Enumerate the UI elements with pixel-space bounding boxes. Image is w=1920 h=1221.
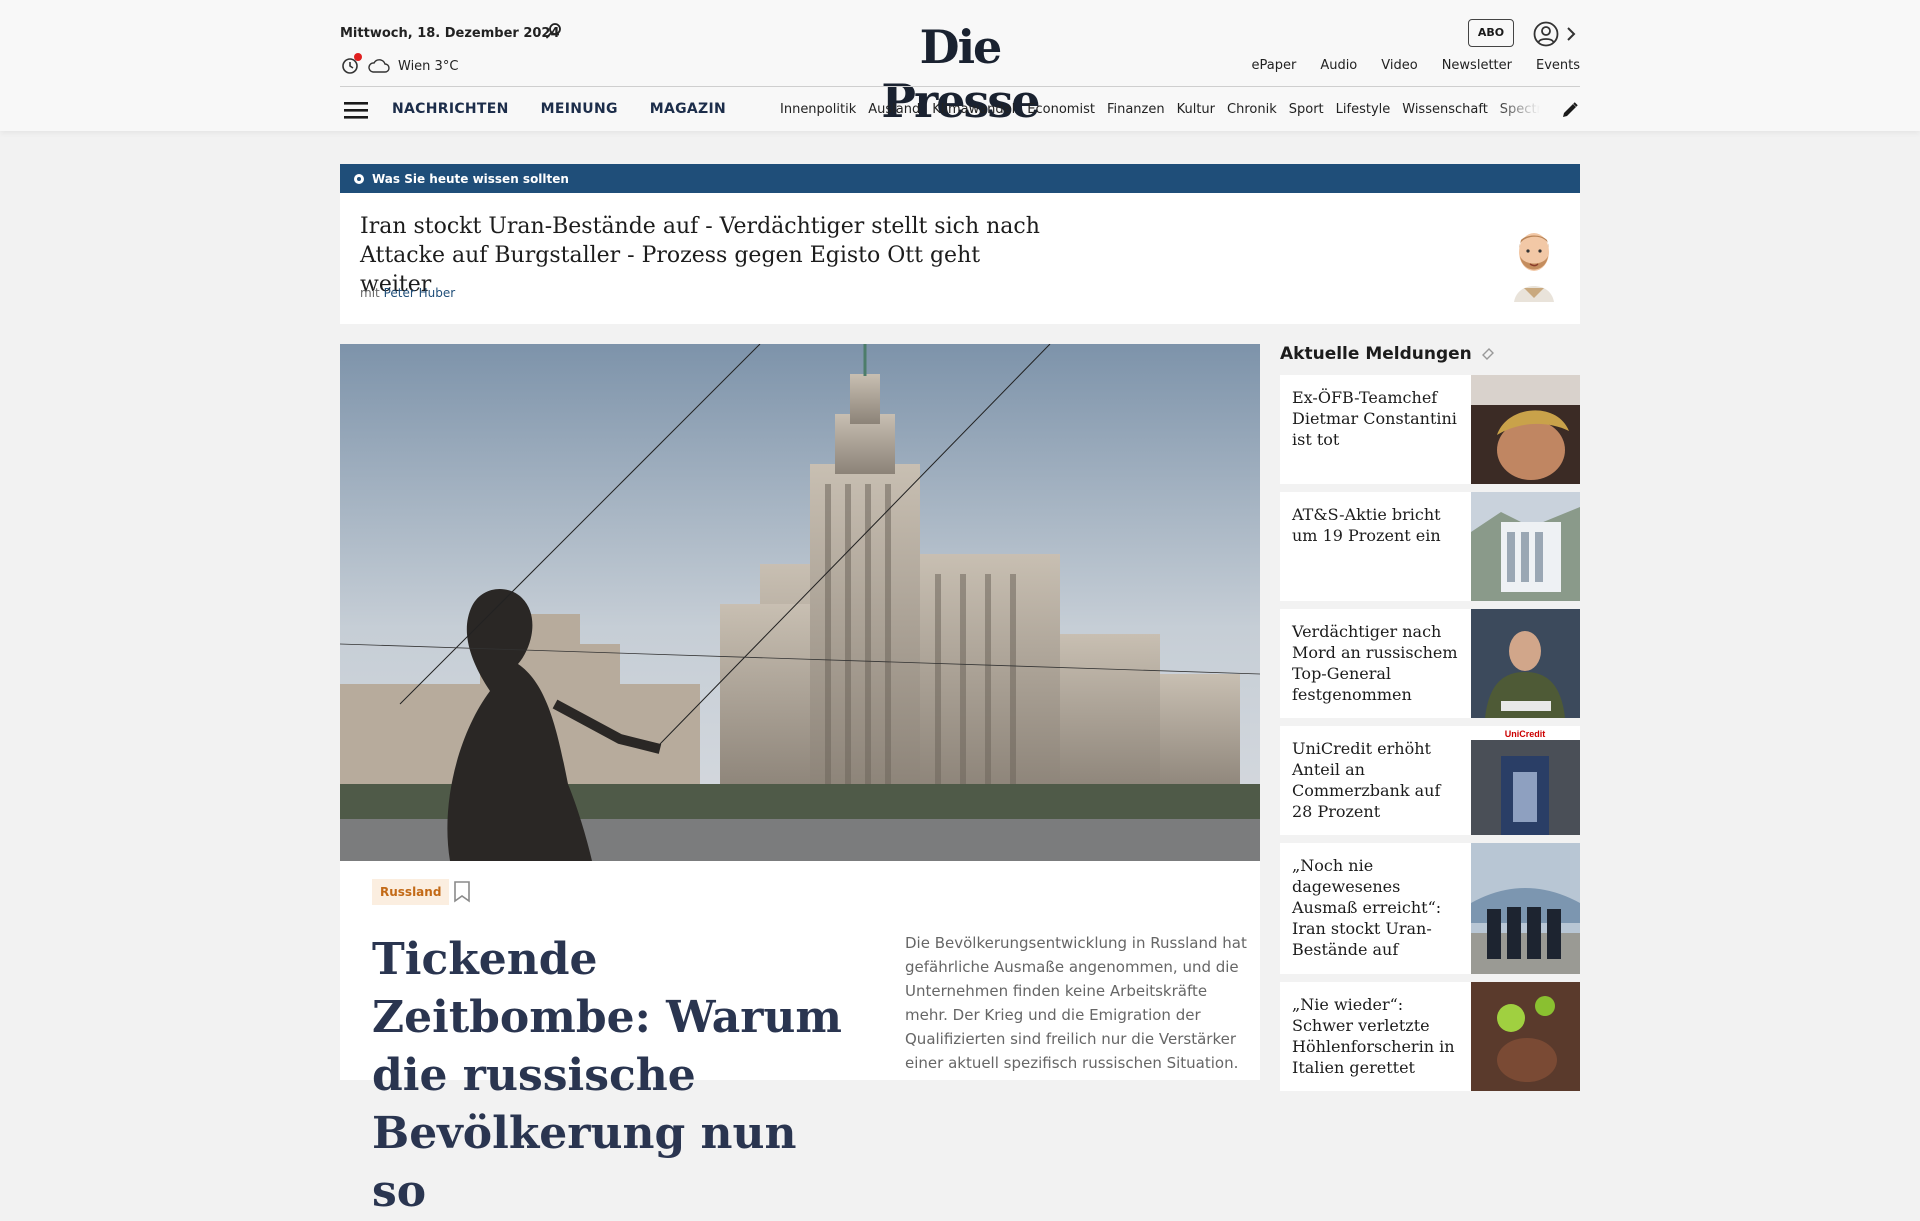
abo-button[interactable]: ABO <box>1468 19 1514 47</box>
link-events[interactable]: Events <box>1536 58 1580 73</box>
list-item[interactable]: Verdächtiger nach Mord an russischem Top… <box>1280 609 1580 718</box>
lead-article[interactable]: Russland Tickende Zeitbombe: Warum die r… <box>340 861 1260 1217</box>
news-thumbnail[interactable] <box>1471 982 1580 1091</box>
news-title[interactable]: Ex-ÖFB-Teamchef Dietmar Constantini ist … <box>1280 375 1471 484</box>
nav-sport[interactable]: Sport <box>1289 102 1324 117</box>
current-date: Mittwoch, 18. Dezember 2024 <box>340 26 560 41</box>
article-headline[interactable]: Tickende Zeitbombe: Warum die russische … <box>372 931 852 1221</box>
list-item[interactable]: AT&S-Aktie bricht um 19 Prozent ein <box>1280 492 1580 601</box>
news-title[interactable]: „Noch nie dagewesenes Ausmaß erreicht“: … <box>1280 843 1471 974</box>
news-title[interactable]: „Nie wieder“: Schwer verletzte Höhlenfor… <box>1280 982 1471 1091</box>
ticker-label: Aktuelle Meldungen <box>1280 344 1472 364</box>
news-thumbnail[interactable] <box>1471 375 1580 484</box>
top-links: ePaper Audio Video Newsletter Events <box>1251 58 1580 73</box>
news-title[interactable]: Verdächtiger nach Mord an russischem Top… <box>1280 609 1471 718</box>
briefing-headline[interactable]: Iran stockt Uran-Bestände auf - Verdächt… <box>360 212 1040 299</box>
list-item[interactable]: „Noch nie dagewesenes Ausmaß erreicht“: … <box>1280 843 1580 974</box>
list-item[interactable]: „Nie wieder“: Schwer verletzte Höhlenfor… <box>1280 982 1580 1091</box>
nav-wissenschaft[interactable]: Wissenschaft <box>1402 102 1488 117</box>
nav-nachrichten[interactable]: NACHRICHTEN <box>392 101 509 117</box>
live-dot-icon <box>354 173 364 184</box>
menu-icon[interactable] <box>344 100 368 120</box>
author-link[interactable]: Peter Huber <box>384 286 456 300</box>
hero-image[interactable] <box>340 344 1260 861</box>
news-thumbnail[interactable]: UniCredit <box>1471 726 1580 835</box>
list-item[interactable]: Ex-ÖFB-Teamchef Dietmar Constantini ist … <box>1280 375 1580 484</box>
news-list: Ex-ÖFB-Teamchef Dietmar Constantini ist … <box>1280 375 1580 1099</box>
weather-widget[interactable]: Wien 3°C <box>340 53 459 76</box>
link-audio[interactable]: Audio <box>1320 58 1357 73</box>
briefing-byline: mit Peter Huber <box>360 286 455 300</box>
pen-icon[interactable] <box>1560 100 1580 120</box>
news-title[interactable]: AT&S-Aktie bricht um 19 Prozent ein <box>1280 492 1471 601</box>
ticker-icon <box>1481 348 1494 360</box>
nav-klimawandel[interactable]: Klimawandel <box>932 102 1015 117</box>
svg-text:UniCredit: UniCredit <box>1505 729 1546 739</box>
news-thumbnail[interactable] <box>1471 843 1580 974</box>
article-lead: Die Bevölkerungsentwicklung in Russland … <box>905 934 1247 1072</box>
news-title[interactable]: UniCredit erhöht Anteil an Commerzbank a… <box>1280 726 1471 835</box>
nav-divider <box>340 86 1580 87</box>
weather-label: Wien 3°C <box>398 58 459 74</box>
bookmark-icon[interactable] <box>453 881 471 903</box>
nav-meinung[interactable]: MEINUNG <box>541 101 618 117</box>
nav-innenpolitik[interactable]: Innenpolitik <box>780 102 856 117</box>
main-nav: NACHRICHTEN MEINUNG MAGAZIN <box>392 101 726 117</box>
nav-kultur[interactable]: Kultur <box>1177 102 1215 117</box>
list-item[interactable]: UniCredit erhöht Anteil an Commerzbank a… <box>1280 726 1580 835</box>
cloud-icon <box>368 59 390 73</box>
category-tag[interactable]: Russland <box>372 879 450 905</box>
site-header: Mittwoch, 18. Dezember 2024 Wien 3°C Die… <box>0 0 1920 131</box>
nav-economist[interactable]: Economist <box>1027 102 1095 117</box>
search-icon[interactable] <box>545 22 563 40</box>
nav-spectrum[interactable]: Spectrum <box>1500 102 1540 117</box>
news-thumbnail[interactable] <box>1471 609 1580 718</box>
briefing-header: Was Sie heute wissen sollten <box>340 164 1580 193</box>
section-nav: Innenpolitik Ausland Klimawandel Economi… <box>780 102 1540 117</box>
nav-lifestyle[interactable]: Lifestyle <box>1336 102 1391 117</box>
briefing-label: Was Sie heute wissen sollten <box>372 171 569 186</box>
notification-dot <box>354 53 362 61</box>
nav-finanzen[interactable]: Finanzen <box>1107 102 1165 117</box>
chevron-right-icon[interactable] <box>1564 24 1578 44</box>
nav-magazin[interactable]: MAGAZIN <box>650 101 726 117</box>
nav-chronik[interactable]: Chronik <box>1227 102 1277 117</box>
news-thumbnail[interactable] <box>1471 492 1580 601</box>
hero-photo <box>340 344 1260 861</box>
notifications-icon[interactable] <box>340 53 362 76</box>
user-icon[interactable] <box>1532 20 1560 48</box>
daily-briefing[interactable]: Was Sie heute wissen sollten Iran stockt… <box>340 164 1580 324</box>
author-avatar <box>1514 233 1554 302</box>
link-newsletter[interactable]: Newsletter <box>1442 58 1512 73</box>
link-epaper[interactable]: ePaper <box>1251 58 1296 73</box>
link-video[interactable]: Video <box>1381 58 1417 73</box>
news-ticker-title: Aktuelle Meldungen <box>1280 344 1496 364</box>
byline-prefix: mit <box>360 286 380 300</box>
nav-ausland[interactable]: Ausland <box>868 102 920 117</box>
